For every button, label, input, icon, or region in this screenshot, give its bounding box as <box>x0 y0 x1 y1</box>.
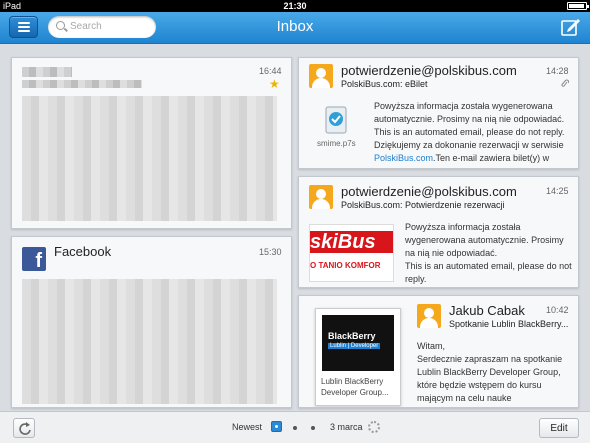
email-card-ebilet[interactable]: potwierdzenie@polskibus.com PolskiBus.co… <box>298 57 579 169</box>
email-card-jakub-cabak[interactable]: BlackBerry Lublin | Developer Lublin Bla… <box>298 295 579 408</box>
email-card-rezerwacja[interactable]: potwierdzenie@polskibus.com PolskiBus.co… <box>298 176 579 288</box>
preview-line: Witam, <box>417 341 445 351</box>
clock: 21:30 <box>283 1 307 11</box>
refresh-icon <box>19 422 31 435</box>
email-subject: PolskiBus.com: eBilet <box>341 79 428 89</box>
menu-button[interactable] <box>9 16 38 38</box>
subject-redacted <box>22 80 142 88</box>
email-card-facebook[interactable]: f Facebook 15:30 <box>11 236 292 408</box>
preview-line: Powyższa informacja została <box>405 222 521 232</box>
page-indicator-active[interactable] <box>271 421 282 432</box>
preview-line: które będzie wstępem do kursu <box>417 380 542 390</box>
star-icon[interactable]: ★ <box>269 77 280 91</box>
page-indicator[interactable] <box>293 426 297 430</box>
blackberry-logo-text: BlackBerry <box>328 331 376 341</box>
preview-line: Serdecznie zapraszam na spotkanie <box>417 354 563 364</box>
email-sender: potwierdzenie@polskibus.com <box>341 63 517 78</box>
preview-line: automatycznie. Prosimy na nią nie odpowi… <box>374 114 565 124</box>
bottom-toolbar: Newest 3 marca Edit <box>0 411 590 443</box>
preview-line: Powyższa informacja została wygenerowana <box>374 101 553 111</box>
email-time: 14:28 <box>546 66 569 76</box>
email-sender: Facebook <box>54 244 112 259</box>
battery-icon <box>567 2 589 10</box>
preview-line: PolskiBus.com.Ten e-mail zawiera bilet(y… <box>374 153 550 163</box>
attachment-caption: Lublin BlackBerry Developer Group... <box>321 377 389 397</box>
refresh-button[interactable] <box>13 418 35 438</box>
search-input[interactable] <box>70 19 150 34</box>
hamburger-icon <box>18 22 30 24</box>
loading-spinner-icon <box>368 421 380 433</box>
polskibus-logo-text: skiBus <box>310 231 393 253</box>
preview-line: wygenerowana automatycznie. Prosimy <box>405 235 564 245</box>
preview-line: na nią nie odpowiadać. <box>405 248 498 258</box>
status-bar: iPad 21:30 <box>0 0 590 12</box>
facebook-logo-icon: f <box>22 247 46 272</box>
date-label: 3 marca <box>330 422 363 432</box>
attachment-name: smime.p7s <box>317 139 356 148</box>
preview-line: reply. <box>405 274 427 284</box>
sender-redacted <box>22 67 72 77</box>
search-icon <box>56 21 65 30</box>
avatar-icon <box>417 304 441 328</box>
email-subject: PolskiBus.com: Potwierdzenie rezerwacji <box>341 200 505 210</box>
email-sender: potwierdzenie@polskibus.com <box>341 184 517 199</box>
email-preview: Powyższa informacja została wygenerowana… <box>374 100 574 165</box>
avatar-icon <box>309 64 333 88</box>
preview-line: Lublin BlackBerry Developer Group, <box>417 367 561 377</box>
email-time: 10:42 <box>546 305 569 315</box>
top-bar: Inbox <box>0 12 590 44</box>
email-preview: Powyższa informacja została wygenerowana… <box>405 221 575 286</box>
blackberry-logo-image: BlackBerry Lublin | Developer <box>322 315 394 371</box>
email-preview-redacted <box>22 96 277 221</box>
email-time: 15:30 <box>259 247 282 257</box>
blackberry-logo-sub: Lublin | Developer <box>328 343 381 349</box>
polskibus-link[interactable]: PolskiBus.com <box>374 153 433 163</box>
email-preview: Witam, Serdecznie zapraszam na spotkanie… <box>417 340 577 405</box>
attachment-thumbnail[interactable]: BlackBerry Lublin | Developer Lublin Bla… <box>315 308 401 406</box>
preview-line: This is an automated email, please do no… <box>405 261 572 271</box>
preview-line: Dziękujemy za dokonanie rezerwacji w ser… <box>374 140 564 150</box>
email-sender: Jakub Cabak <box>449 303 525 318</box>
paperclip-icon <box>561 79 569 87</box>
email-card-1[interactable]: 16:44 ★ <box>11 57 292 229</box>
email-time: 14:25 <box>546 186 569 196</box>
preview-line: mającym na celu nauke <box>417 393 512 403</box>
preview-line: This is an automated email, please do no… <box>374 127 565 137</box>
email-preview-redacted <box>22 279 277 404</box>
compose-icon[interactable] <box>560 17 582 37</box>
search-box[interactable] <box>48 16 156 38</box>
avatar-icon <box>309 185 333 209</box>
newest-label: Newest <box>232 422 263 432</box>
email-time: 16:44 <box>259 66 282 76</box>
page-indicator[interactable] <box>311 426 315 430</box>
certificate-file-icon[interactable] <box>323 106 349 134</box>
polskibus-tagline: O TANIO KOMFOR <box>310 261 381 270</box>
email-subject: Spotkanie Lublin BlackBerry... <box>449 319 569 329</box>
polskibus-logo-image: skiBus O TANIO KOMFOR <box>309 224 394 282</box>
edit-button[interactable]: Edit <box>539 418 579 438</box>
